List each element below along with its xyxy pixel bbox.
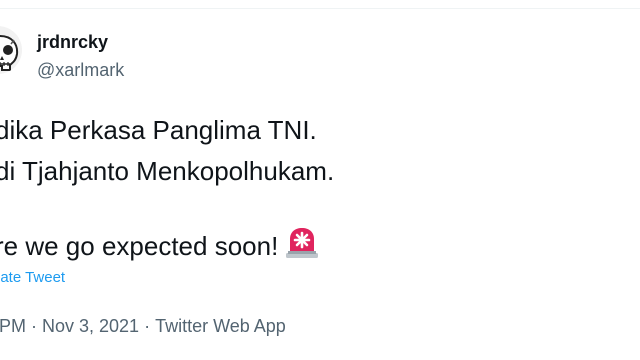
tweet-text-line-3: re we go expected soon!	[0, 227, 320, 266]
user-avatar[interactable]	[0, 26, 22, 74]
tweet-text-line-2: di Tjahjanto Menkopolhukam.	[0, 156, 335, 186]
display-name[interactable]: jrdnrcky	[37, 31, 108, 53]
tweet-date[interactable]: Nov 3, 2021	[42, 316, 139, 336]
meta-separator: ·	[31, 316, 37, 336]
tweet-time[interactable]: PM	[0, 316, 26, 336]
translate-tweet-link[interactable]: late Tweet	[0, 268, 65, 288]
meta-separator: ·	[144, 316, 151, 336]
tweet-text-line-3-text: re we go expected soon!	[0, 231, 279, 261]
user-handle[interactable]: @xarlmark	[37, 59, 124, 81]
tweet-meta: PM · Nov 3, 2021 · Twitter Web App	[0, 314, 286, 338]
rotating-light-icon	[284, 227, 320, 266]
tweet-text-line-1: dika Perkasa Panglima TNI.	[0, 115, 317, 145]
skull-avatar-icon	[0, 26, 22, 74]
top-divider	[0, 8, 640, 9]
tweet-source[interactable]: Twitter Web App	[155, 316, 286, 336]
